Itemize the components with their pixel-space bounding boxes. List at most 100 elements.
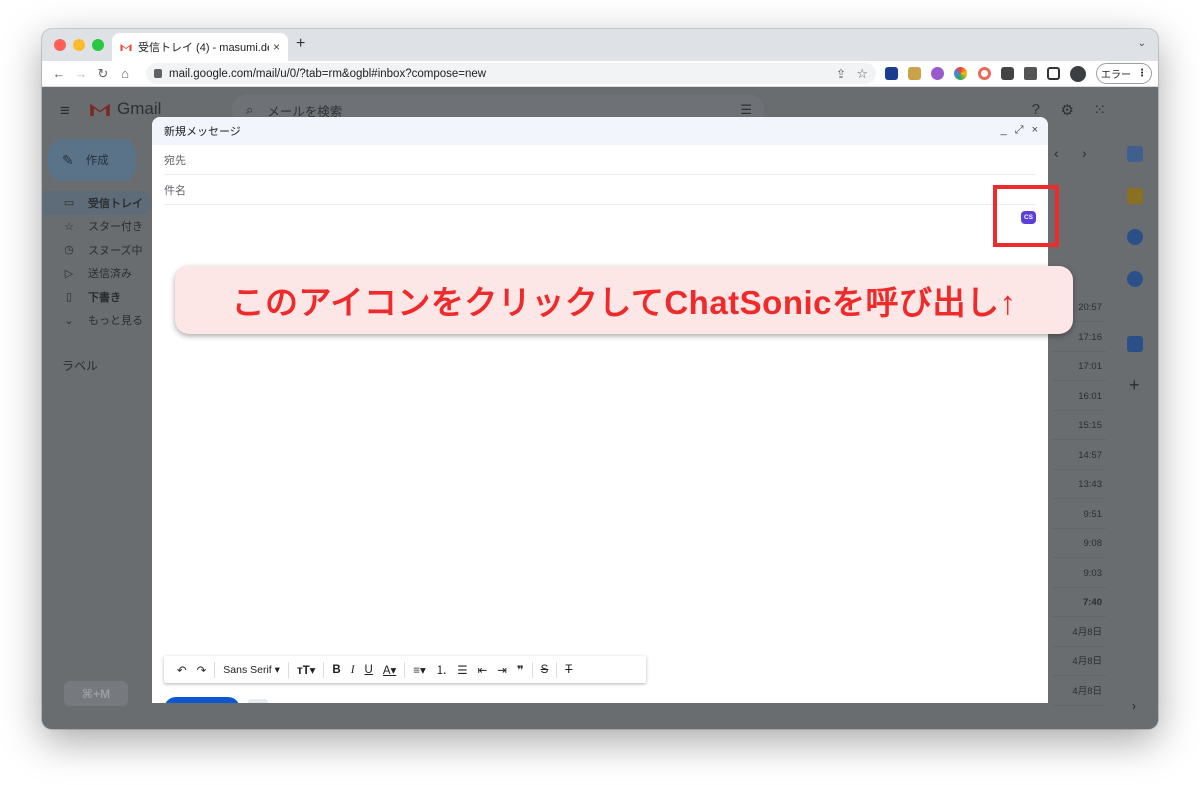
forward-icon[interactable]: → [70,66,92,81]
sidebar-item-label: スター付き [88,221,143,234]
lock-icon [154,69,162,78]
send-button[interactable] [164,697,240,703]
profile-avatar-icon[interactable] [1070,66,1086,82]
hide-panel-icon[interactable]: › [1132,699,1136,713]
quote-icon[interactable]: ❞ [517,663,524,677]
mail-time: 9:03 [1052,559,1106,588]
address-bar[interactable]: mail.google.com/mail/u/0/?tab=rm&ogbl#in… [146,63,876,84]
mail-time: 9:08 [1052,529,1106,558]
mail-time: 16:01 [1052,382,1106,411]
chatsonic-shortcut-badge[interactable]: ⌘+M [64,681,128,706]
share-icon[interactable]: ⇪ [836,67,846,81]
formatting-toolbar: ↶ ↷ Sans Serif ▾ тT▾ B I U A▾ ≡▾ ⒈ ☰ ⇤ ⇥ [164,656,646,683]
font-size-icon[interactable]: тT▾ [297,663,315,677]
side-panel: + › [1114,87,1158,729]
meet-icon[interactable] [1127,336,1143,352]
keep-icon[interactable] [1127,188,1143,204]
underline-icon[interactable]: U [365,664,373,676]
sidebar-item-more[interactable]: ⌄ もっと見る [42,309,152,333]
extension-brain-icon[interactable] [931,67,944,80]
redo-icon[interactable]: ↷ [197,663,207,677]
mail-list-times: 20:57 17:16 17:01 16:01 15:15 14:57 13:4… [1052,87,1106,729]
home-icon[interactable]: ⌂ [114,66,136,81]
highlight-box [993,185,1059,247]
back-icon[interactable]: ← [48,66,70,81]
toolbar-divider [531,661,533,678]
more-menu-icon[interactable]: ⋮ [1137,68,1147,79]
add-addon-icon[interactable]: + [1129,375,1140,396]
italic-icon[interactable]: I [351,664,355,676]
tab-search-icon[interactable]: ⌄ [1138,38,1146,49]
browser-tab[interactable]: 受信トレイ (4) - masumi.develo × [112,33,288,61]
minimize-icon[interactable]: _ [1001,124,1007,137]
bold-icon[interactable]: B [332,664,340,676]
extension-colorwheel-icon[interactable] [954,67,967,80]
sidebar-item-drafts[interactable]: ▯ 下書き [42,285,152,309]
gmail-logo[interactable]: Gmail [89,99,161,119]
minimize-window-button[interactable] [73,39,85,51]
send-options-button[interactable] [248,699,268,703]
tab-close-icon[interactable]: × [273,40,280,54]
contacts-icon[interactable] [1127,271,1143,287]
search-options-icon[interactable]: ☰ [740,102,752,118]
mail-time: 7:40 [1052,588,1106,617]
text-color-icon[interactable]: A▾ [383,663,396,677]
bookmark-star-icon[interactable]: ☆ [856,66,868,82]
browser-toolbar: ← → ↻ ⌂ mail.google.com/mail/u/0/?tab=rm… [42,61,1158,87]
zoom-window-button[interactable] [92,39,104,51]
close-icon[interactable]: × [1032,124,1038,137]
calendar-icon[interactable] [1127,146,1143,162]
error-button-label: エラー [1101,70,1131,81]
subject-field[interactable]: 件名 [164,175,1036,205]
fullscreen-icon[interactable]: ⤢ [1015,124,1024,137]
compose-button[interactable]: ✎ 作成 [48,139,136,181]
mail-time: 13:43 [1052,470,1106,499]
font-select-value: Sans Serif [223,663,272,676]
inbox-icon: ▭ [63,197,75,210]
sidebar-item-sent[interactable]: ▷ 送信済み [42,262,152,286]
extension-screen-icon[interactable] [908,67,921,80]
sidebar-item-snoozed[interactable]: ◷ スヌーズ中 [42,238,152,262]
toolbar-divider [556,661,558,678]
indent-more-icon[interactable]: ⇥ [497,663,507,677]
close-window-button[interactable] [54,39,66,51]
pencil-icon: ✎ [62,151,74,168]
extension-doc-icon[interactable] [1001,67,1014,80]
tasks-icon[interactable] [1127,229,1143,245]
sidebar-item-label: 送信済み [88,268,132,281]
labels-heading: ラベル [62,359,99,373]
draft-icon: ▯ [65,291,73,304]
clear-formatting-icon[interactable]: T [565,664,572,676]
align-icon[interactable]: ≡▾ [413,663,425,677]
sidebar-item-label: もっと見る [88,315,143,328]
extension-ring-icon[interactable] [978,67,991,80]
strikethrough-icon[interactable]: S [541,664,549,676]
error-button[interactable]: エラー ⋮ [1096,63,1152,84]
main-menu-icon[interactable]: ≡ [60,101,70,121]
numbered-list-icon[interactable]: ⒈ [436,662,448,678]
bulleted-list-icon[interactable]: ☰ [457,663,467,677]
mail-time: 15:15 [1052,411,1106,440]
sidebar-item-inbox[interactable]: ▭ 受信トレイ [42,191,152,215]
clock-icon: ◷ [64,244,74,257]
send-icon: ▷ [64,267,74,280]
mail-time: 9:51 [1052,500,1106,529]
sidepanel-icon[interactable] [1047,67,1060,80]
indent-less-icon[interactable]: ⇤ [478,663,488,677]
toolbar-divider [287,661,289,678]
reload-icon[interactable]: ↻ [92,66,114,82]
mail-time: 14:57 [1052,441,1106,470]
sidebar-item-label: 下書き [88,291,121,304]
search-icon: ⌕ [246,102,254,117]
undo-icon[interactable]: ↶ [177,663,187,677]
help-icon[interactable]: ? [1032,101,1040,118]
new-tab-button[interactable]: + [296,35,305,53]
sidebar-item-starred[interactable]: ☆ スター付き [42,215,152,239]
sidebar-item-label: 受信トレイ [88,197,143,210]
extension-v-icon[interactable] [885,67,898,80]
extensions-puzzle-icon[interactable] [1024,67,1037,80]
url-text: mail.google.com/mail/u/0/?tab=rm&ogbl#in… [169,67,487,80]
mail-time: 4月8日 [1052,647,1106,676]
to-field[interactable]: 宛先 [164,145,1036,175]
font-select[interactable]: Sans Serif ▾ [223,664,280,676]
